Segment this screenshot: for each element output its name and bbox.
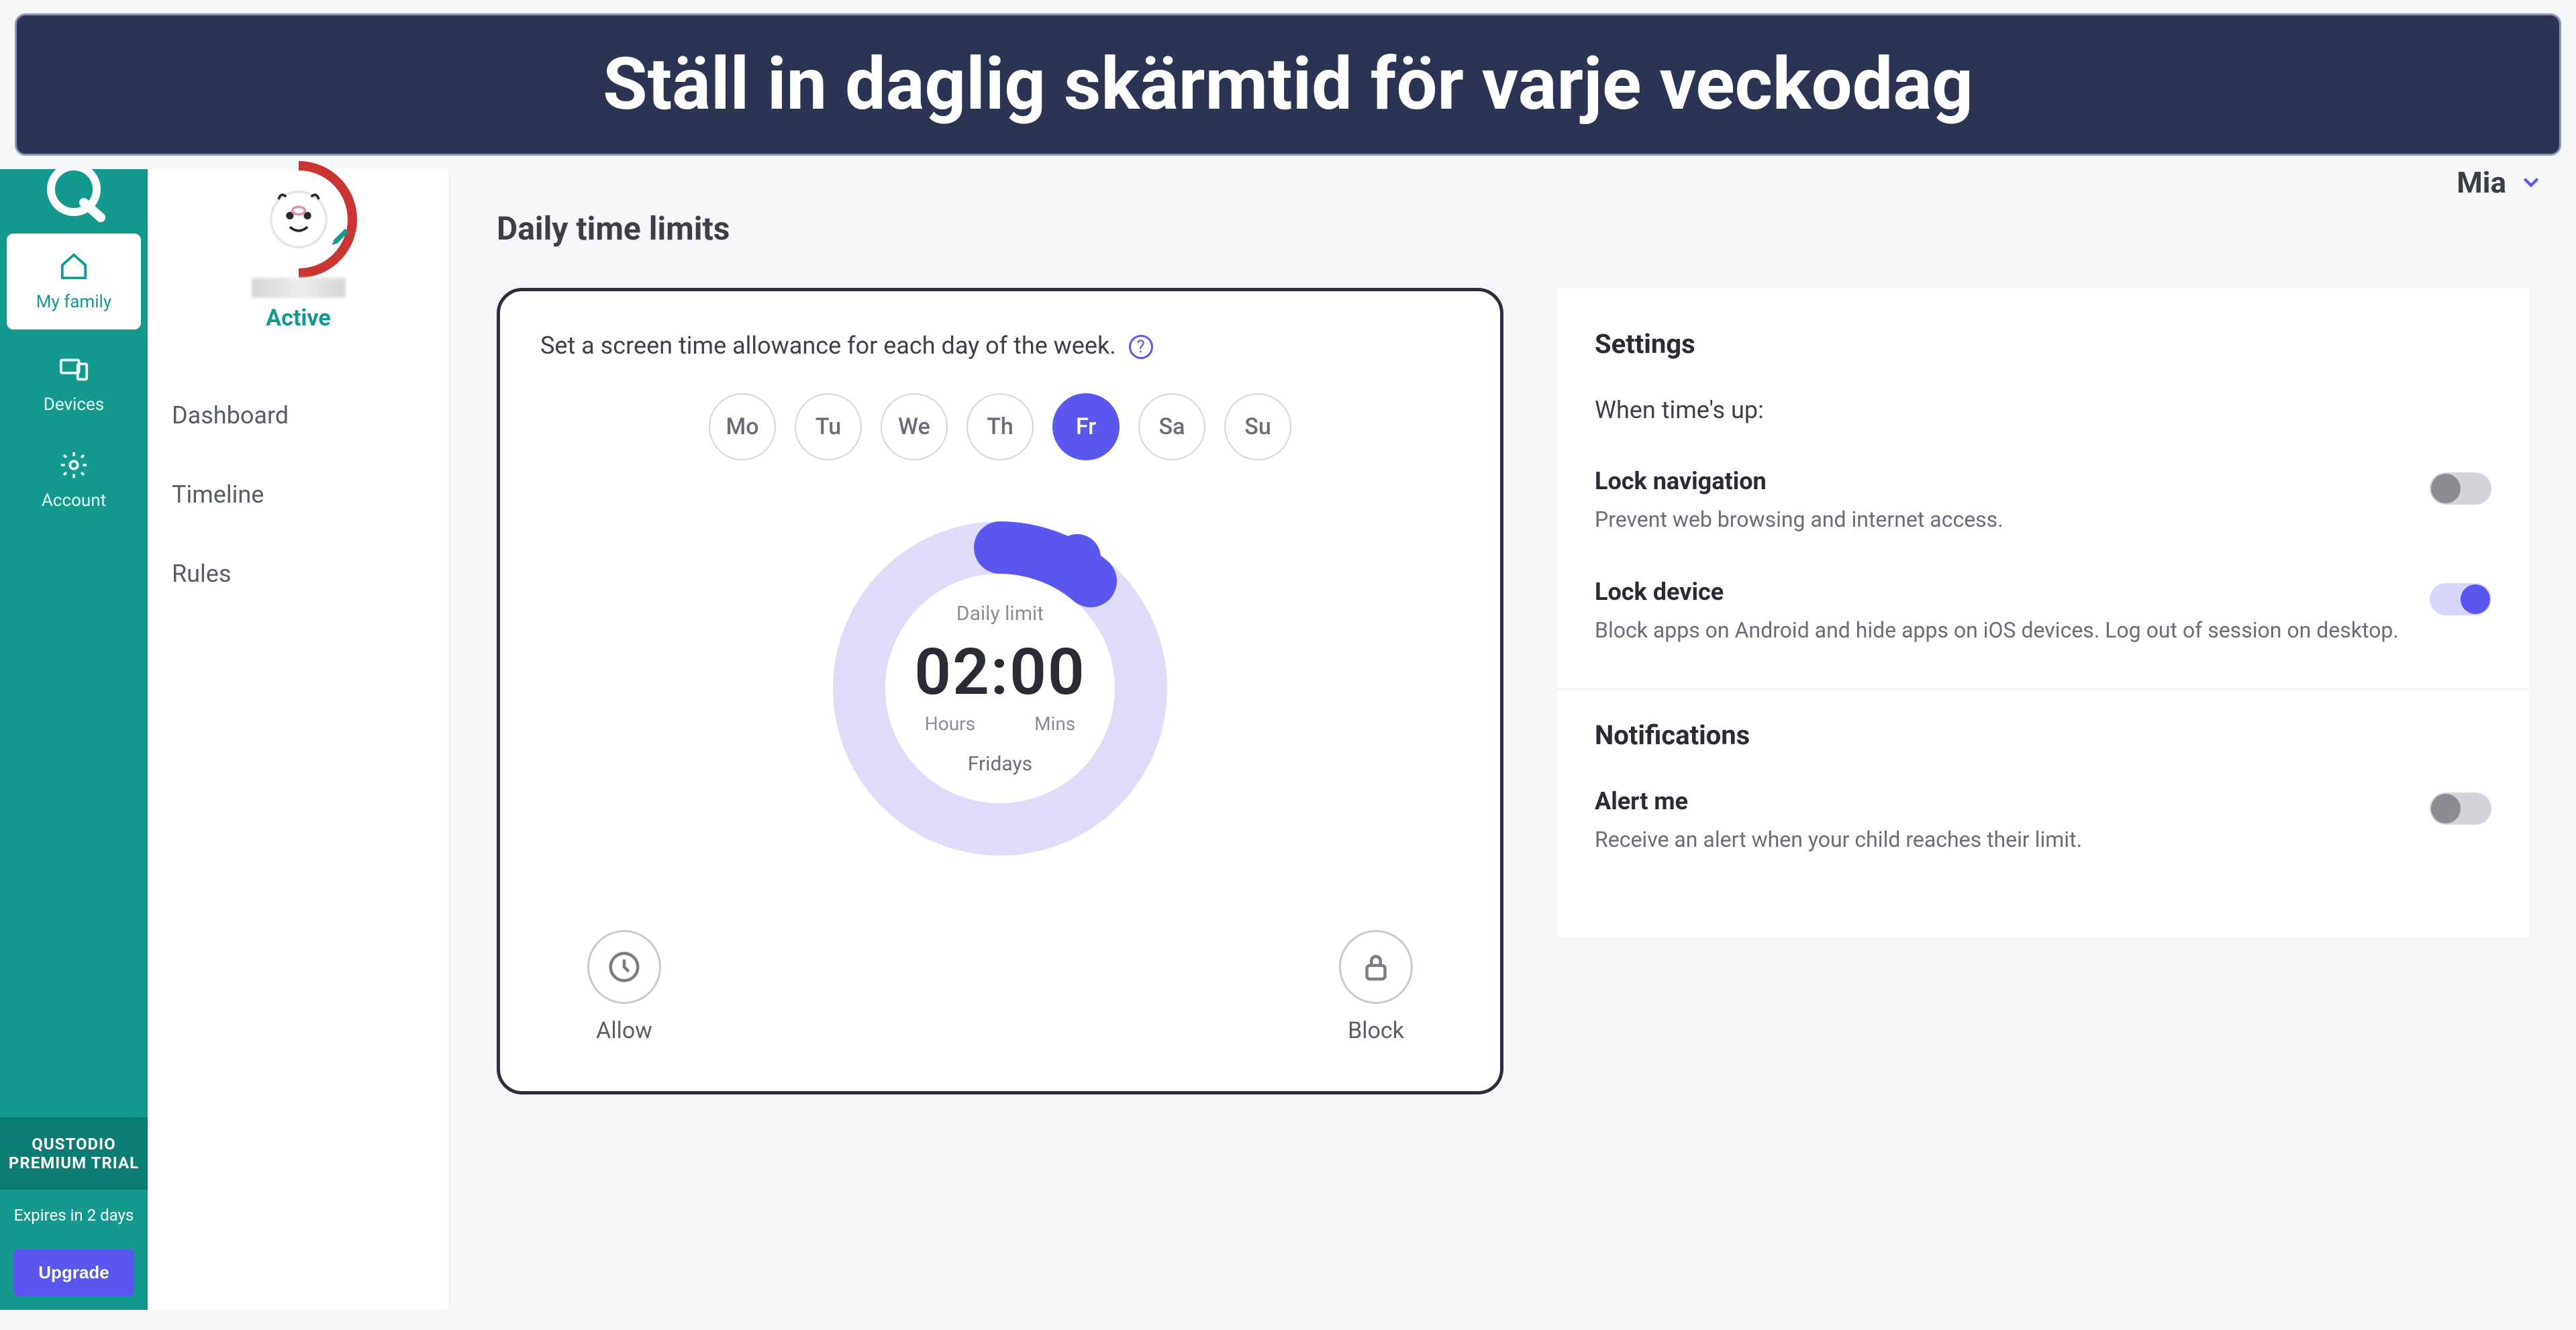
app-window: My family Devices Account QUSTODIO PREMI… bbox=[0, 169, 2576, 1310]
secondary-nav: Active Dashboard Timeline Rules bbox=[148, 169, 450, 1310]
lock-device-toggle[interactable] bbox=[2430, 583, 2491, 615]
dial-day-label: Fridays bbox=[968, 752, 1032, 776]
sidebar-item-devices[interactable]: Devices bbox=[0, 336, 148, 432]
child-selector[interactable]: Mia bbox=[2457, 165, 2542, 200]
sidebar-item-my-family[interactable]: My family bbox=[7, 234, 141, 329]
lock-device-title: Lock device bbox=[1595, 578, 2410, 606]
lock-device-desc: Block apps on Android and hide apps on i… bbox=[1595, 615, 2410, 646]
help-icon[interactable]: ? bbox=[1129, 335, 1153, 359]
when-times-up-label: When time's up: bbox=[1595, 396, 2491, 424]
sidebar-item-label: Account bbox=[42, 491, 106, 511]
day-mo[interactable]: Mo bbox=[709, 393, 776, 460]
day-fr[interactable]: Fr bbox=[1052, 393, 1120, 460]
sidebar-item-account[interactable]: Account bbox=[0, 432, 148, 528]
day-tu[interactable]: Tu bbox=[795, 393, 862, 460]
time-dial[interactable]: Daily limit 02:00 Hours Mins Fridays bbox=[819, 507, 1181, 870]
day-su[interactable]: Su bbox=[1224, 393, 1291, 460]
mins-unit: Mins bbox=[1034, 713, 1075, 735]
clock-icon bbox=[587, 930, 661, 1004]
brand-logo bbox=[0, 169, 148, 234]
notifications-title: Notifications bbox=[1595, 719, 2491, 751]
settings-panel: Settings When time's up: Lock navigation… bbox=[1557, 288, 2529, 937]
day-we[interactable]: We bbox=[881, 393, 948, 460]
lock-icon bbox=[1339, 930, 1413, 1004]
secondary-link-dashboard[interactable]: Dashboard bbox=[172, 401, 425, 429]
lock-navigation-title: Lock navigation bbox=[1595, 467, 2410, 495]
child-avatar[interactable] bbox=[248, 169, 349, 270]
card-description: Set a screen time allowance for each day… bbox=[540, 331, 1460, 360]
sidebar-item-label: Devices bbox=[44, 395, 104, 415]
pencil-edit-icon[interactable] bbox=[332, 225, 352, 248]
banner: Ställ in daglig skärmtid för varje vecko… bbox=[15, 13, 2561, 156]
primary-sidebar: My family Devices Account QUSTODIO PREMI… bbox=[0, 169, 148, 1310]
allow-label: Allow bbox=[596, 1017, 652, 1044]
setting-alert-me: Alert me Receive an alert when your chil… bbox=[1595, 787, 2491, 855]
secondary-link-rules[interactable]: Rules bbox=[172, 560, 425, 588]
home-icon bbox=[12, 251, 136, 287]
alert-me-desc: Receive an alert when your child reaches… bbox=[1595, 825, 2410, 855]
setting-lock-device: Lock device Block apps on Android and hi… bbox=[1595, 578, 2491, 646]
settings-divider bbox=[1557, 688, 2529, 690]
settings-title: Settings bbox=[1595, 328, 2491, 360]
day-sa[interactable]: Sa bbox=[1138, 393, 1205, 460]
gear-icon bbox=[5, 450, 142, 485]
premium-trial-badge: QUSTODIO PREMIUM TRIAL bbox=[0, 1117, 148, 1190]
block-label: Block bbox=[1348, 1017, 1404, 1044]
daily-limit-card: Set a screen time allowance for each day… bbox=[497, 288, 1503, 1094]
alert-me-title: Alert me bbox=[1595, 787, 2410, 815]
setting-lock-navigation: Lock navigation Prevent web browsing and… bbox=[1595, 467, 2491, 535]
block-button[interactable]: Block bbox=[1339, 930, 1413, 1044]
lock-navigation-desc: Prevent web browsing and internet access… bbox=[1595, 505, 2410, 535]
main-panel: Mia Daily time limits Set a screen time … bbox=[450, 169, 2576, 1310]
allow-button[interactable]: Allow bbox=[587, 930, 661, 1044]
lock-navigation-toggle[interactable] bbox=[2430, 472, 2491, 505]
daily-limit-time: 02:00 bbox=[914, 635, 1086, 710]
dial-center: Daily limit 02:00 Hours Mins Fridays bbox=[819, 507, 1181, 870]
chevron-down-icon bbox=[2520, 171, 2542, 194]
hours-unit: Hours bbox=[925, 713, 975, 735]
secondary-link-timeline[interactable]: Timeline bbox=[172, 480, 425, 509]
day-picker: Mo Tu We Th Fr Sa Su bbox=[540, 393, 1460, 460]
child-status: Active bbox=[172, 305, 425, 331]
upgrade-button[interactable]: Upgrade bbox=[13, 1249, 134, 1296]
daily-limit-label: Daily limit bbox=[956, 602, 1044, 625]
q-logo-icon bbox=[37, 169, 111, 223]
child-name-redacted bbox=[252, 278, 346, 298]
page-title: Daily time limits bbox=[497, 209, 2529, 248]
trial-expiry: Expires in 2 days bbox=[0, 1190, 148, 1241]
devices-icon bbox=[5, 354, 142, 389]
day-th[interactable]: Th bbox=[967, 393, 1034, 460]
sidebar-item-label: My family bbox=[36, 292, 111, 312]
child-selector-label: Mia bbox=[2457, 165, 2506, 200]
alert-me-toggle[interactable] bbox=[2430, 792, 2491, 825]
